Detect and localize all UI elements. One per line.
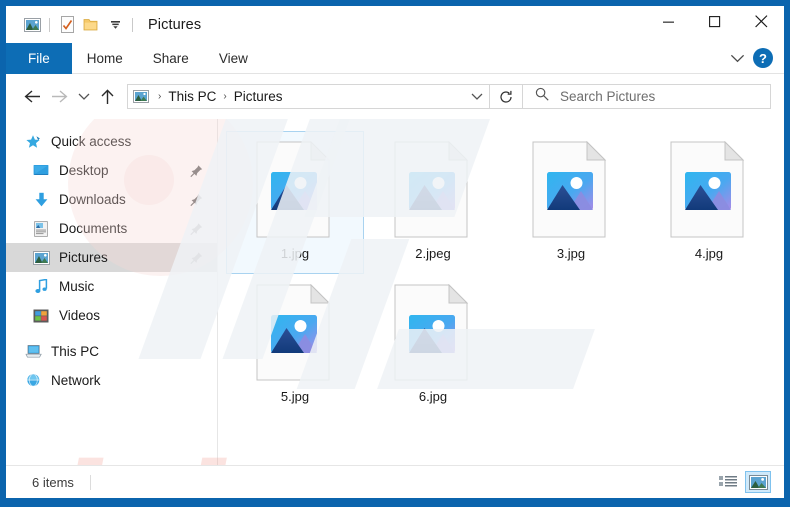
sidebar-item-documents[interactable]: Documents bbox=[6, 214, 217, 243]
file-grid: 1.jpg 2.jpeg 3.jpg 4.jpg 5.jpg 6.jpg bbox=[226, 131, 784, 417]
quick-access-toolbar bbox=[6, 14, 138, 36]
file-explorer-window: Pictures File Home Share View ? › This P… bbox=[6, 6, 784, 498]
sidebar-item-label: Quick access bbox=[51, 134, 132, 149]
breadcrumb-pictures-icon bbox=[128, 90, 154, 103]
file-name: 6.jpg bbox=[418, 389, 448, 404]
file-item[interactable]: 1.jpg bbox=[226, 131, 364, 274]
file-list-view[interactable]: 1.jpg 2.jpeg 3.jpg 4.jpg 5.jpg 6.jpg bbox=[218, 119, 784, 465]
maximize-button[interactable] bbox=[692, 6, 738, 37]
window-title: Pictures bbox=[148, 16, 202, 33]
chevron-down-icon[interactable] bbox=[725, 46, 749, 70]
star-icon bbox=[24, 133, 42, 151]
forward-button[interactable] bbox=[46, 83, 73, 110]
sidebar-item-label: Pictures bbox=[59, 250, 108, 265]
window-body: isk.com Quick access bbox=[6, 119, 784, 465]
ribbon-tab-bar: File Home Share View ? bbox=[6, 43, 784, 74]
sidebar-item-label: Documents bbox=[59, 221, 128, 236]
pin-icon[interactable] bbox=[190, 251, 203, 264]
sidebar-item-music[interactable]: Music bbox=[6, 272, 217, 301]
title-bar: Pictures bbox=[6, 6, 784, 43]
minimize-button[interactable] bbox=[646, 6, 692, 37]
status-separator bbox=[89, 474, 91, 490]
properties-icon[interactable] bbox=[55, 14, 79, 36]
item-count-label: 6 items bbox=[32, 474, 74, 490]
details-view-button[interactable] bbox=[715, 471, 741, 493]
documents-icon bbox=[32, 220, 50, 238]
refresh-button[interactable] bbox=[490, 84, 523, 109]
jpg-image-file-icon bbox=[255, 283, 335, 382]
breadcrumb-dropdown-icon[interactable] bbox=[465, 92, 489, 101]
navigation-pane: Quick access Desktop Downloads Documents… bbox=[6, 119, 218, 465]
pin-icon[interactable] bbox=[190, 164, 203, 177]
toolbar-separator-1 bbox=[49, 17, 50, 32]
file-name: 4.jpg bbox=[694, 246, 724, 261]
tab-file[interactable]: File bbox=[6, 43, 72, 74]
music-icon bbox=[32, 278, 50, 296]
up-button[interactable] bbox=[94, 83, 121, 110]
tab-view[interactable]: View bbox=[204, 43, 263, 74]
large-icons-view-button[interactable] bbox=[745, 471, 771, 493]
sidebar-item-network[interactable]: Network bbox=[6, 366, 217, 395]
file-name: 1.jpg bbox=[280, 246, 310, 261]
help-icon[interactable]: ? bbox=[753, 48, 773, 68]
pictures-icon bbox=[32, 249, 50, 267]
file-name: 2.jpeg bbox=[415, 246, 451, 261]
breadcrumb-separator-0[interactable]: › bbox=[154, 91, 165, 102]
file-name: 3.jpg bbox=[556, 246, 586, 261]
sidebar-item-pictures[interactable]: Pictures bbox=[6, 243, 217, 272]
back-button[interactable] bbox=[19, 83, 46, 110]
jpg-image-file-icon bbox=[255, 140, 335, 239]
videos-icon bbox=[32, 307, 50, 325]
breadcrumb-separator-1[interactable]: › bbox=[219, 91, 230, 102]
downloads-icon bbox=[32, 191, 50, 209]
jpg-image-file-icon bbox=[393, 140, 473, 239]
file-item[interactable]: 6.jpg bbox=[364, 274, 502, 417]
sidebar-item-label: Videos bbox=[59, 308, 101, 323]
sidebar-item-downloads[interactable]: Downloads bbox=[6, 185, 217, 214]
sidebar-item-label: Music bbox=[59, 279, 95, 294]
file-item[interactable]: 4.jpg bbox=[640, 131, 778, 274]
breadcrumb[interactable]: › This PC › Pictures bbox=[127, 84, 490, 109]
folder-picture-icon[interactable] bbox=[20, 14, 44, 36]
sidebar-item-quick-access[interactable]: Quick access bbox=[6, 127, 217, 156]
pin-icon[interactable] bbox=[190, 193, 203, 206]
window-controls bbox=[646, 6, 784, 43]
close-button[interactable] bbox=[738, 6, 784, 37]
tab-home[interactable]: Home bbox=[72, 43, 138, 74]
file-item[interactable]: 3.jpg bbox=[502, 131, 640, 274]
network-icon bbox=[24, 372, 42, 390]
this-pc-icon bbox=[24, 343, 42, 361]
customize-dropdown-icon[interactable] bbox=[103, 14, 127, 36]
jpg-image-file-icon bbox=[393, 283, 473, 382]
file-item[interactable]: 2.jpeg bbox=[364, 131, 502, 274]
sidebar-item-label: Desktop bbox=[59, 163, 109, 178]
sidebar-gap-1 bbox=[6, 330, 217, 337]
status-bar: 6 items bbox=[6, 465, 784, 498]
toolbar-separator-2 bbox=[132, 17, 133, 32]
sidebar-item-label: Downloads bbox=[59, 192, 126, 207]
desktop-icon bbox=[32, 162, 50, 180]
view-mode-buttons bbox=[715, 471, 784, 493]
screenshot-root: Pictures File Home Share View ? › This P… bbox=[0, 0, 790, 507]
search-icon bbox=[535, 87, 549, 106]
sidebar-item-desktop[interactable]: Desktop bbox=[6, 156, 217, 185]
ribbon-right-controls: ? bbox=[725, 43, 784, 73]
pin-icon[interactable] bbox=[190, 222, 203, 235]
breadcrumb-this-pc[interactable]: This PC bbox=[165, 89, 219, 104]
sidebar-item-label: Network bbox=[51, 373, 101, 388]
address-bar: › This PC › Pictures Search Pictures bbox=[6, 74, 784, 119]
recent-locations-button[interactable] bbox=[73, 83, 94, 110]
jpg-image-file-icon bbox=[531, 140, 611, 239]
breadcrumb-pictures[interactable]: Pictures bbox=[231, 89, 286, 104]
file-name: 5.jpg bbox=[280, 389, 310, 404]
new-folder-icon[interactable] bbox=[79, 14, 103, 36]
sidebar-item-this-pc[interactable]: This PC bbox=[6, 337, 217, 366]
sidebar-item-label: This PC bbox=[51, 344, 100, 359]
search-input[interactable]: Search Pictures bbox=[523, 84, 771, 109]
sidebar-item-videos[interactable]: Videos bbox=[6, 301, 217, 330]
search-placeholder: Search Pictures bbox=[560, 89, 656, 104]
file-item[interactable]: 5.jpg bbox=[226, 274, 364, 417]
jpg-image-file-icon bbox=[669, 140, 749, 239]
tab-share[interactable]: Share bbox=[138, 43, 204, 74]
